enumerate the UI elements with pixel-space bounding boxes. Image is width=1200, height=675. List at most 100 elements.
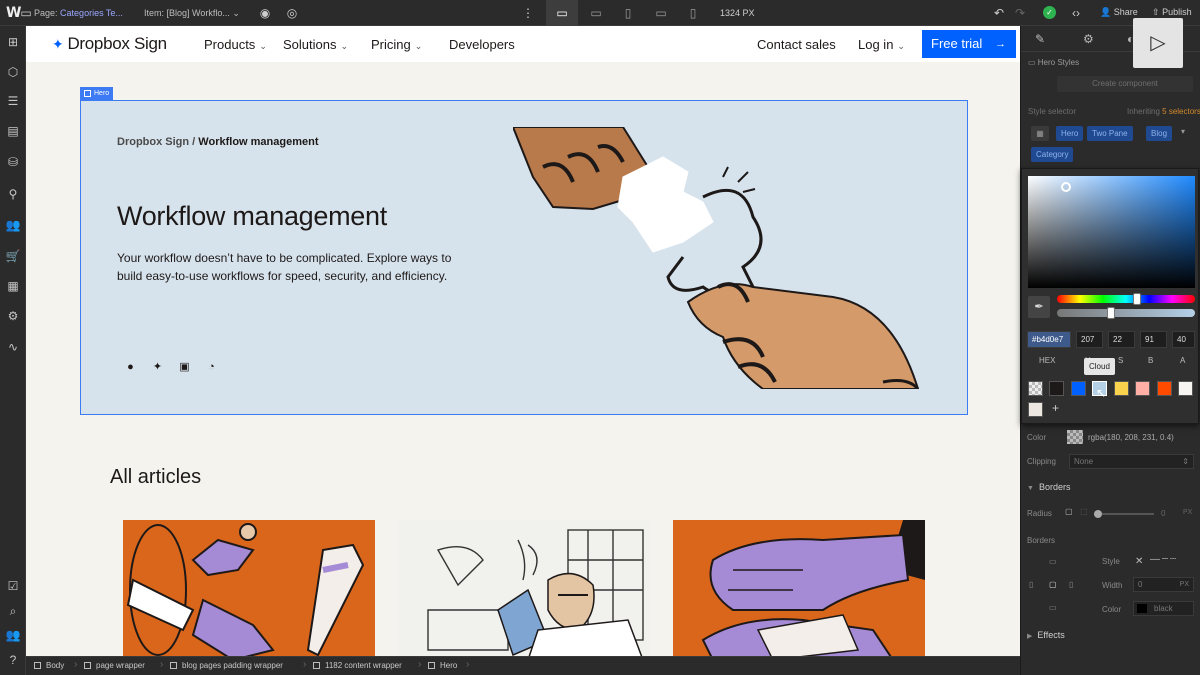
nav-products[interactable]: Products ⌄ bbox=[204, 37, 267, 52]
background-color-preview[interactable] bbox=[1067, 430, 1083, 444]
hue-slider-handle[interactable] bbox=[1133, 293, 1141, 305]
facebook-icon[interactable]: ● bbox=[123, 360, 138, 375]
code-icon[interactable]: ‹› bbox=[1068, 5, 1084, 21]
selector-pill-blog[interactable]: Blog bbox=[1146, 126, 1173, 141]
swatch-sand[interactable] bbox=[1028, 402, 1043, 417]
publish-button[interactable]: ⇧ Publish bbox=[1152, 7, 1192, 18]
clipping-select[interactable]: None ⇕ bbox=[1069, 454, 1194, 469]
help-icon[interactable]: ? bbox=[5, 652, 21, 668]
comment-icon[interactable]: ◉ bbox=[257, 5, 273, 21]
settings-gear-icon[interactable]: ⚙ bbox=[5, 308, 21, 324]
border-bottom-side-icon[interactable]: ▭ bbox=[1049, 603, 1057, 612]
chevron-down-icon[interactable]: ▾ bbox=[1181, 127, 1185, 136]
style-brush-icon[interactable]: ✎ bbox=[1035, 32, 1045, 46]
selector-pill-category[interactable]: Category bbox=[1031, 147, 1074, 162]
swatch-transparent[interactable] bbox=[1028, 381, 1043, 396]
radius-value[interactable]: 0 bbox=[1161, 509, 1165, 518]
collaborators-icon[interactable]: 👥 bbox=[5, 627, 21, 643]
swatch-off-white[interactable] bbox=[1178, 381, 1193, 396]
add-elements-icon[interactable]: ⊞ bbox=[5, 34, 21, 50]
undo-icon[interactable]: ↶ bbox=[991, 5, 1007, 21]
swatch-blue[interactable] bbox=[1071, 381, 1086, 396]
crumb-parent[interactable]: Dropbox Sign / bbox=[117, 136, 195, 148]
page-selector[interactable]: Page: Categories Te... bbox=[34, 8, 123, 18]
audit-pulse-icon[interactable]: ∿ bbox=[5, 339, 21, 355]
article-card-image[interactable] bbox=[673, 520, 925, 656]
borders-section-header[interactable]: ▼ Borders bbox=[1027, 482, 1070, 492]
hero-section[interactable]: Dropbox Sign / Workflow management Workf… bbox=[80, 100, 968, 415]
border-top-side-icon[interactable]: ▭ bbox=[1049, 557, 1057, 566]
nav-pricing[interactable]: Pricing ⌄ bbox=[371, 37, 422, 52]
breadcrumb-blog-pages-padding-wrapper[interactable]: blog pages padding wrapper bbox=[170, 661, 283, 670]
breadcrumb-body[interactable]: Body bbox=[34, 661, 64, 670]
ecommerce-cart-icon[interactable]: 🛒 bbox=[5, 248, 21, 264]
mobile-landscape-breakpoint-icon[interactable]: ▭ bbox=[645, 0, 677, 26]
checklist-icon[interactable]: ☑ bbox=[5, 578, 21, 594]
nav-contact-sales[interactable]: Contact sales bbox=[757, 37, 836, 52]
border-left-side-icon[interactable]: ▯ bbox=[1029, 580, 1033, 589]
hex-input[interactable]: #b4d0e7 bbox=[1027, 331, 1071, 348]
border-all-sides-icon[interactable]: ▢ bbox=[1049, 580, 1057, 589]
radius-slider[interactable] bbox=[1094, 510, 1154, 518]
channel-1-input[interactable]: 207 bbox=[1076, 331, 1103, 348]
users-icon[interactable]: 👥 bbox=[5, 217, 21, 233]
border-color-input[interactable]: black bbox=[1133, 601, 1194, 616]
border-style-none-icon[interactable]: ✕ bbox=[1135, 556, 1143, 567]
a-label[interactable]: A bbox=[1180, 356, 1185, 365]
swatch-black[interactable] bbox=[1049, 381, 1064, 396]
border-width-input[interactable]: 0 PX bbox=[1133, 577, 1194, 592]
article-card-image[interactable] bbox=[398, 520, 650, 656]
nav-login[interactable]: Log in ⌄ bbox=[858, 37, 905, 52]
breadcrumb-hero[interactable]: Hero bbox=[428, 661, 457, 670]
alpha-input[interactable]: 40 bbox=[1172, 331, 1195, 348]
border-style-options-icon[interactable]: —┄┈ bbox=[1150, 554, 1178, 565]
nav-developers[interactable]: Developers bbox=[449, 37, 515, 52]
search-icon[interactable]: ⌕ bbox=[5, 603, 21, 619]
radius-slider-handle[interactable] bbox=[1094, 510, 1102, 518]
tablet-breakpoint-icon[interactable]: ▯ bbox=[612, 0, 644, 26]
channel-3-input[interactable]: 91 bbox=[1140, 331, 1167, 348]
brand-logo[interactable]: ✦ Dropbox Sign bbox=[52, 34, 167, 54]
more-dots-icon[interactable]: ⋮ bbox=[520, 5, 536, 21]
selector-state-icon[interactable]: ▦ bbox=[1031, 126, 1049, 141]
eyedropper-icon[interactable]: ✒ bbox=[1028, 296, 1050, 318]
color-target-handle[interactable] bbox=[1061, 182, 1071, 192]
desktop-breakpoint-icon[interactable]: ▭ bbox=[546, 0, 578, 26]
swatch-yellow[interactable] bbox=[1114, 381, 1129, 396]
swatch-pink[interactable] bbox=[1135, 381, 1150, 396]
selector-pill-two-pane[interactable]: Two Pane bbox=[1087, 126, 1133, 141]
alpha-slider-handle[interactable] bbox=[1107, 307, 1115, 319]
effects-section-header[interactable]: ▶ Effects bbox=[1027, 630, 1065, 640]
pages-icon[interactable]: ▤ bbox=[5, 123, 21, 139]
share-button[interactable]: 👤 Share bbox=[1100, 7, 1138, 18]
logic-icon[interactable]: ⚲ bbox=[5, 186, 21, 202]
rss-icon[interactable]: ◔ bbox=[204, 360, 219, 375]
components-icon[interactable]: ⬡ bbox=[5, 64, 21, 80]
create-component-button[interactable]: Create component bbox=[1057, 76, 1193, 92]
radius-all-corners-icon[interactable]: ▢ bbox=[1065, 507, 1073, 516]
radius-unit[interactable]: PX bbox=[1183, 509, 1192, 516]
b-label[interactable]: B bbox=[1148, 356, 1153, 365]
article-card-image[interactable] bbox=[123, 520, 375, 656]
inheriting-indicator[interactable]: Inheriting 5 selectors bbox=[1127, 107, 1200, 116]
nav-solutions[interactable]: Solutions ⌄ bbox=[283, 37, 348, 52]
background-color-value[interactable]: rgba(180, 208, 231, 0.4) bbox=[1088, 433, 1174, 442]
selector-pill-hero[interactable]: Hero bbox=[1056, 126, 1084, 141]
breadcrumb-content-wrapper[interactable]: 1182 content wrapper bbox=[313, 661, 402, 670]
assets-icon[interactable]: ▦ bbox=[5, 278, 21, 294]
preview-play-button[interactable]: ▷ bbox=[1133, 18, 1183, 68]
hex-label[interactable]: HEX bbox=[1039, 356, 1055, 365]
item-selector[interactable]: Item: [Blog] Workflo... ⌄ bbox=[144, 8, 240, 19]
panel-toggle-icon[interactable]: ▭ bbox=[18, 5, 34, 21]
add-swatch-plus-icon[interactable]: + bbox=[1052, 401, 1059, 415]
s-label[interactable]: S bbox=[1118, 356, 1123, 365]
hue-slider[interactable] bbox=[1057, 293, 1195, 305]
design-canvas[interactable]: ✦ Dropbox Sign Products ⌄ Solutions ⌄ Prici… bbox=[26, 26, 1020, 656]
navigator-icon[interactable]: ☰ bbox=[5, 93, 21, 109]
twitter-icon[interactable]: ✦ bbox=[150, 360, 165, 375]
cms-icon[interactable]: ⛁ bbox=[5, 154, 21, 170]
free-trial-button[interactable]: Free trial → bbox=[922, 30, 1016, 58]
saturation-brightness-area[interactable] bbox=[1028, 176, 1195, 288]
linkedin-icon[interactable]: ▣ bbox=[177, 360, 192, 375]
redo-icon[interactable]: ↷ bbox=[1012, 5, 1028, 21]
